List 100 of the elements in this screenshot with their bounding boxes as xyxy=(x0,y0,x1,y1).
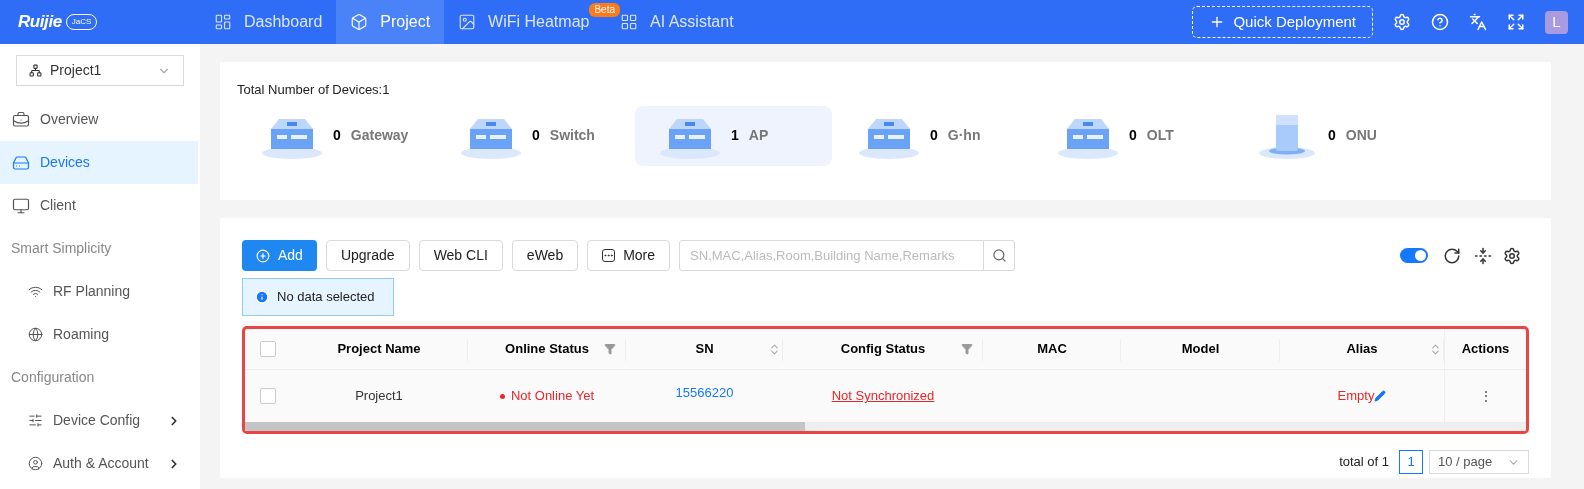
device-type-card[interactable]: 1 AP xyxy=(635,105,832,166)
device-icon xyxy=(12,153,30,172)
sidebar-label: Devices xyxy=(40,153,91,172)
cube-icon xyxy=(350,13,369,31)
nav-label: Project xyxy=(380,12,431,32)
toggle-switch[interactable] xyxy=(1400,248,1428,263)
sidebar-label: Auth & Account xyxy=(53,454,150,473)
project-select[interactable]: Project1 xyxy=(16,55,184,86)
column-header: Model xyxy=(1181,340,1220,359)
toolbox-icon xyxy=(12,110,30,129)
info-text: No data selected xyxy=(277,288,375,307)
settings-icon[interactable] xyxy=(1503,246,1521,265)
nav-label: AI Assistant xyxy=(650,12,734,32)
device-count: 0 xyxy=(333,126,341,145)
nav-label: Dashboard xyxy=(244,12,323,32)
sidebar-label: Roaming xyxy=(53,325,111,344)
device-type-card[interactable]: 0 Gateway xyxy=(237,105,434,166)
device-type-card[interactable]: 0 G·hn xyxy=(834,105,1031,166)
search-icon xyxy=(991,248,1007,263)
picture-frame-icon xyxy=(458,13,477,31)
total-devices-text: Total Number of Devices:1 xyxy=(237,81,391,99)
sidebar-item[interactable]: RF Planning xyxy=(0,270,198,313)
quick-deployment-button[interactable]: Quick Deployment xyxy=(1192,6,1373,38)
nav-label: WiFi Heatmap xyxy=(488,12,590,32)
device-type-card[interactable]: 0 Switch xyxy=(436,105,633,166)
wifi-icon xyxy=(28,284,43,299)
device-type-label: Switch xyxy=(549,126,595,145)
sidebar-label: RF Planning xyxy=(53,282,132,301)
network-icon xyxy=(29,64,42,77)
sliders-icon xyxy=(28,413,43,428)
toolbar-button[interactable]: eWeb xyxy=(511,240,579,271)
row-height-icon[interactable] xyxy=(1474,246,1492,265)
device-count: 0 xyxy=(1129,126,1137,145)
search-button[interactable] xyxy=(984,240,1016,271)
toolbar-button[interactable]: Web CLI xyxy=(418,240,503,271)
sidebar-item[interactable]: Device Config xyxy=(0,399,198,442)
help-icon[interactable] xyxy=(1431,13,1449,31)
globe-icon xyxy=(28,327,43,342)
page-size-select[interactable]: 10 / page xyxy=(1429,450,1529,474)
sidebar-item[interactable]: Overview xyxy=(0,98,198,141)
device-type-label: OLT xyxy=(1146,126,1174,145)
monitor-icon xyxy=(12,196,30,215)
column-header: Project Name xyxy=(337,340,421,359)
status-text: Not Online Yet xyxy=(510,387,595,406)
column-header: SN xyxy=(695,340,714,359)
column-header: MAC xyxy=(1037,340,1067,359)
page-button[interactable]: 1 xyxy=(1399,450,1423,474)
user-icon xyxy=(28,456,43,471)
sidebar-label: Client xyxy=(40,196,77,215)
column-header: Online Status xyxy=(505,340,589,359)
column-header: Config Status xyxy=(840,340,926,359)
edit-icon[interactable] xyxy=(1374,390,1387,402)
sidebar-item[interactable]: Client xyxy=(0,184,198,227)
grid-icon xyxy=(620,13,638,31)
device-type-label: AP xyxy=(748,126,769,145)
logo-text: Ruijie xyxy=(18,11,62,34)
fullscreen-icon[interactable] xyxy=(1507,13,1525,31)
add-button[interactable]: Add xyxy=(242,240,317,271)
translate-icon[interactable] xyxy=(1469,13,1487,31)
toolbar-button[interactable]: Upgrade xyxy=(325,240,410,271)
toolbar-button[interactable]: More xyxy=(587,240,671,271)
checkbox[interactable] xyxy=(259,388,276,404)
table-cell: Project1 xyxy=(355,388,403,404)
sidebar-item[interactable]: Devices xyxy=(0,141,198,184)
device-count: 0 xyxy=(930,126,938,145)
column-header: Alias xyxy=(1346,340,1378,359)
section-heading: Smart Simplicity xyxy=(10,239,113,258)
filter-icon[interactable] xyxy=(961,343,973,355)
device-count: 0 xyxy=(532,126,540,145)
search-field[interactable]: SN,MAC,Alias,Room,Building Name,Remarks xyxy=(679,240,985,271)
beta-badge: Beta xyxy=(589,3,620,17)
device-count: 0 xyxy=(1328,126,1336,145)
alias-text: Empty xyxy=(1337,387,1375,406)
sidebar-label: Device Config xyxy=(53,411,142,430)
device-type-label: G·hn xyxy=(947,126,981,145)
device-type-card[interactable]: 0 OLT xyxy=(1033,105,1230,166)
device-type-label: Gateway xyxy=(350,126,409,145)
refresh-icon[interactable] xyxy=(1443,246,1461,265)
nav-tab[interactable]: Project xyxy=(336,0,445,44)
device-type-label: ONU xyxy=(1345,126,1377,145)
sn-link[interactable]: 15566220 xyxy=(675,385,734,401)
filter-icon[interactable] xyxy=(604,343,616,355)
scrollbar[interactable] xyxy=(245,422,805,431)
plus-circle-icon xyxy=(256,248,270,263)
sidebar-item[interactable]: Auth & Account xyxy=(0,442,198,485)
checkbox[interactable] xyxy=(259,341,276,357)
actions-menu[interactable]: ⋮ xyxy=(1478,385,1493,407)
section-heading: Configuration xyxy=(10,368,96,387)
project-name: Project1 xyxy=(50,61,103,80)
config-status-link[interactable]: Not Synchronized xyxy=(831,388,935,404)
device-type-card[interactable]: 0 ONU xyxy=(1232,105,1429,166)
info-icon xyxy=(255,290,269,304)
column-header: Actions xyxy=(1461,340,1510,359)
sidebar-label: Overview xyxy=(40,110,100,129)
more-icon xyxy=(602,249,616,262)
total-text: total of 1 xyxy=(1339,453,1389,472)
dashboard-icon xyxy=(214,13,232,31)
sidebar-item[interactable]: Roaming xyxy=(0,313,198,356)
nav-tab[interactable]: Dashboard xyxy=(200,0,337,44)
device-count: 1 xyxy=(731,126,739,145)
